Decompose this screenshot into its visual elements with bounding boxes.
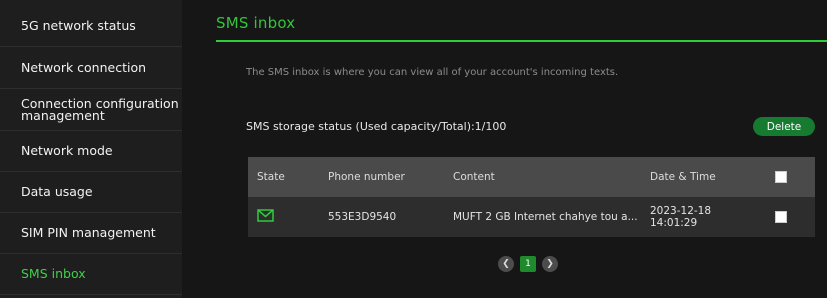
sidebar-item-5g-network-status[interactable]: 5G network status <box>0 6 182 47</box>
checkbox-box[interactable] <box>775 211 787 223</box>
prev-page-button[interactable]: ❮ <box>498 255 514 272</box>
title-divider <box>216 40 827 42</box>
sidebar-item-label: Network connection <box>21 60 147 75</box>
row-content[interactable]: MUFT 2 GB Internet chahye tou a... <box>453 197 638 237</box>
sidebar-item-data-usage[interactable]: Data usage <box>0 172 182 213</box>
sidebar-item-sim-pin-management[interactable]: SIM PIN management <box>0 213 182 254</box>
column-header-phone: Phone number <box>328 171 405 183</box>
row-date: 2023-12-18 <box>650 205 712 217</box>
row-state <box>257 197 274 237</box>
row-datetime: 2023-12-18 14:01:29 <box>650 197 711 237</box>
envelope-icon <box>257 209 274 225</box>
next-page-button[interactable]: ❯ <box>542 255 558 272</box>
sidebar-item-sms-inbox[interactable]: SMS inbox <box>0 254 182 295</box>
sidebar-item-label: Data usage <box>21 184 93 199</box>
row-phone: 553E3D9540 <box>328 211 397 223</box>
table-header: State Phone number Content Date & Time <box>248 157 815 197</box>
row-checkbox[interactable] <box>775 197 787 237</box>
page-title: SMS inbox <box>216 14 296 32</box>
sidebar-item-label: Network mode <box>21 143 113 158</box>
pagination: ❮ 1 ❯ <box>498 255 558 272</box>
sidebar-item-network-mode[interactable]: Network mode <box>0 131 182 172</box>
chevron-left-icon: ❮ <box>502 258 510 269</box>
sidebar-item-label: SMS inbox <box>21 266 86 281</box>
column-header-content: Content <box>453 171 495 183</box>
sidebar-item-connection-configuration-management[interactable]: Connection configuration management <box>0 90 182 131</box>
sidebar-item-label: 5G network status <box>21 18 136 33</box>
page-description: The SMS inbox is where you can view all … <box>246 67 619 78</box>
sidebar: 5G network status Network connection Con… <box>0 0 182 298</box>
storage-status: SMS storage status (Used capacity/Total)… <box>246 120 507 133</box>
sidebar-item-network-connection[interactable]: Network connection <box>0 48 182 89</box>
delete-button[interactable]: Delete <box>753 117 815 136</box>
column-header-datetime: Date & Time <box>650 171 716 183</box>
checkbox-box[interactable] <box>775 171 787 183</box>
sidebar-item-label: Connection configuration management <box>21 96 179 123</box>
column-header-state: State <box>257 171 285 183</box>
row-time: 14:01:29 <box>650 217 698 229</box>
select-all-checkbox[interactable] <box>775 157 787 197</box>
sms-table: State Phone number Content Date & Time 5… <box>248 157 815 237</box>
table-row[interactable]: 553E3D9540 MUFT 2 GB Internet chahye tou… <box>248 197 815 237</box>
page-number-button[interactable]: 1 <box>520 255 536 272</box>
chevron-right-icon: ❯ <box>546 258 554 269</box>
main-panel: SMS inbox The SMS inbox is where you can… <box>182 0 827 298</box>
sidebar-item-label: SIM PIN management <box>21 225 156 240</box>
